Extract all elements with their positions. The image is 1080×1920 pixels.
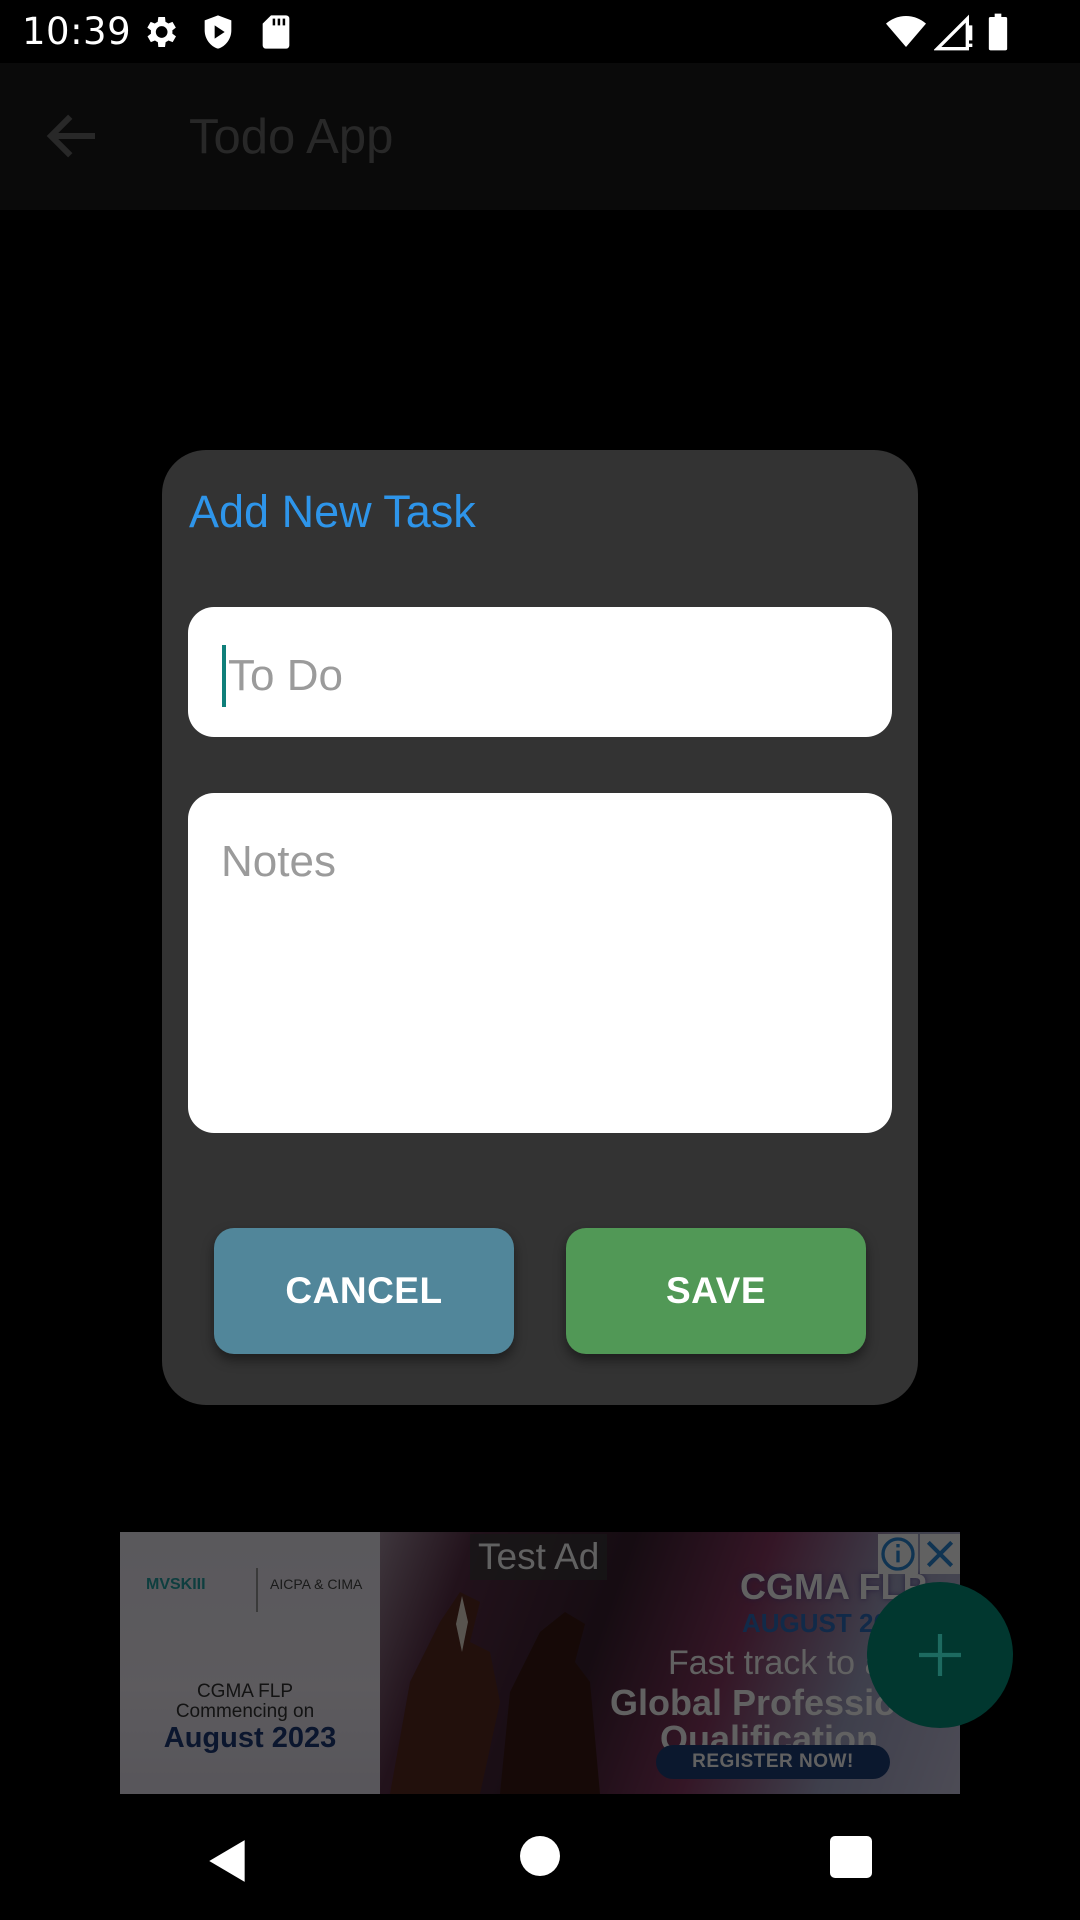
ad-program-name: CGMA FLP — [196, 1681, 294, 1702]
app-title: Todo App — [189, 110, 394, 164]
app-bar: Todo App — [0, 63, 1080, 210]
back-button[interactable] — [40, 103, 106, 169]
signal-icon — [934, 12, 974, 52]
dialog-title: Add New Task — [189, 486, 476, 537]
ad-left-panel: MVSKIII AICPA & CIMA CGMA FLP Commencing… — [120, 1532, 380, 1794]
recents-square-icon[interactable] — [830, 1836, 872, 1878]
close-icon[interactable] — [920, 1534, 960, 1574]
ad-test-label: Test Ad — [470, 1534, 608, 1580]
ad-track-text: Fast track to a — [668, 1644, 884, 1682]
ad-register-button[interactable]: REGISTER NOW! — [656, 1745, 890, 1779]
plus-icon — [919, 1634, 961, 1676]
todo-placeholder: To Do — [228, 651, 343, 700]
ad-month: AUGUST 20 — [742, 1608, 888, 1638]
text-cursor — [222, 645, 226, 707]
arrow-left-icon — [46, 114, 95, 158]
ad-program: CGMA FLP Commencing on — [150, 1682, 340, 1722]
home-circle-icon[interactable] — [520, 1836, 560, 1876]
ad-commencing: Commencing on — [175, 1701, 315, 1722]
info-icon[interactable] — [878, 1534, 918, 1574]
navigation-bar — [0, 1794, 1080, 1920]
wifi-icon — [886, 12, 926, 52]
sd-card-icon — [256, 12, 296, 52]
notes-placeholder: Notes — [221, 837, 336, 886]
ad-horses-image — [350, 1562, 640, 1794]
add-task-fab[interactable] — [867, 1582, 1013, 1728]
ad-divider — [256, 1568, 258, 1612]
status-bar: 10:39 — [0, 0, 1080, 63]
ad-banner[interactable]: MVSKIII AICPA & CIMA CGMA FLP Commencing… — [120, 1532, 960, 1794]
add-task-dialog: Add New Task To Do Notes CANCEL SAVE — [162, 450, 918, 1405]
ad-partner-logo: AICPA & CIMA — [270, 1576, 363, 1592]
battery-icon — [978, 12, 1018, 52]
ad-date: August 2023 — [163, 1722, 337, 1754]
settings-icon — [140, 12, 180, 52]
back-triangle-icon[interactable] — [203, 1836, 253, 1886]
shield-icon — [198, 12, 238, 52]
notes-input[interactable]: Notes — [188, 793, 892, 1133]
save-button[interactable]: SAVE — [566, 1228, 866, 1354]
cancel-button[interactable]: CANCEL — [214, 1228, 514, 1354]
ad-logo: MVSKIII — [146, 1576, 206, 1593]
status-time: 10:39 — [22, 10, 132, 53]
todo-input[interactable]: To Do — [188, 607, 892, 737]
